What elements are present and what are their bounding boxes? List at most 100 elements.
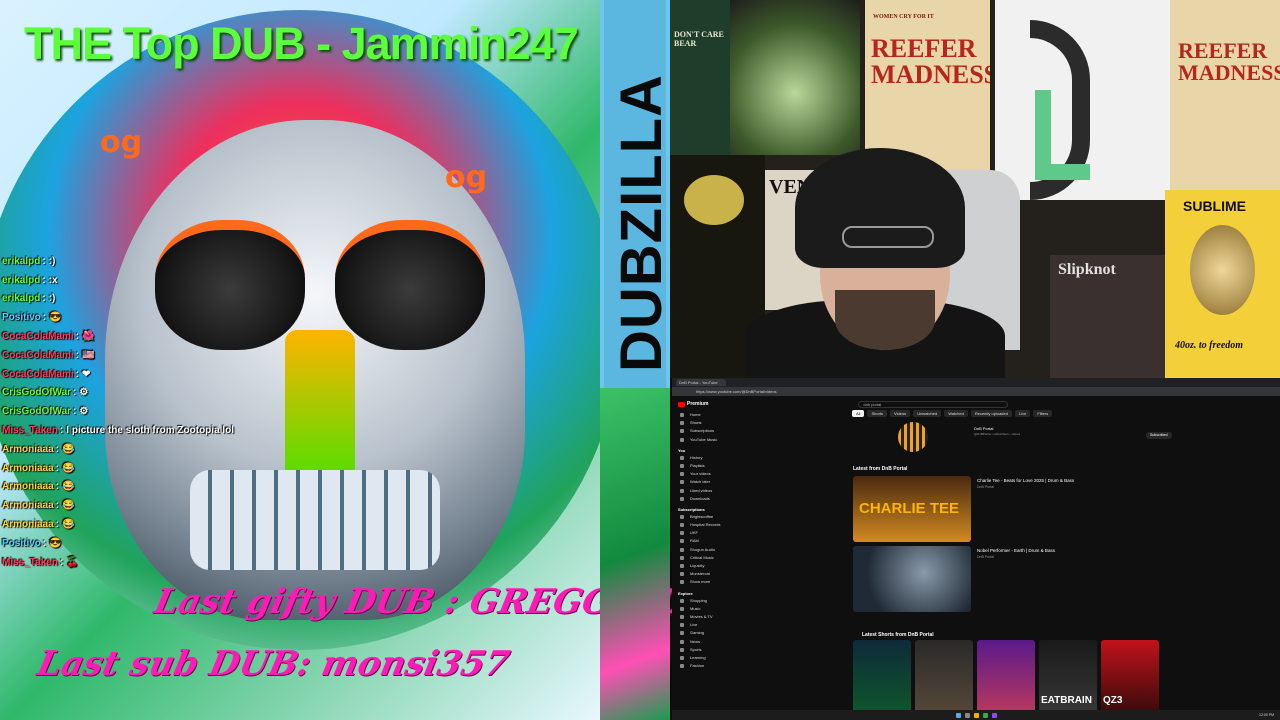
short-thumbnail[interactable] xyxy=(977,640,1035,720)
filter-chips: All Shorts Videos Unwatched Watched Recently … xyxy=(852,410,1053,417)
sidebar-item[interactable]: Music xyxy=(672,606,728,614)
sidebar-item[interactable]: RAM xyxy=(672,538,728,546)
sidebar-item[interactable]: Fashion xyxy=(672,663,728,671)
poster-text: Slipknot xyxy=(1058,261,1116,278)
sidebar-item[interactable]: YouTube Music xyxy=(672,437,728,445)
video-row[interactable]: Nobel Performer - Earth | Drum & Bass Dn… xyxy=(853,546,1153,612)
poster-slipknot: Slipknot xyxy=(1050,255,1170,378)
streamer-beanie xyxy=(795,148,965,268)
video-title[interactable]: Nobel Performer - Earth | Drum & Bass xyxy=(977,548,1055,553)
filter-chip[interactable]: Recently uploaded xyxy=(970,410,1012,417)
streamer-beard xyxy=(835,290,935,350)
sidebar-item[interactable]: Liquicity xyxy=(672,563,728,571)
search-icon[interactable] xyxy=(964,712,970,718)
chat-separator: : xyxy=(75,331,80,343)
sidebar-item[interactable]: Shogun Audio xyxy=(672,547,728,555)
dubzilla-banner: DUBZILLA xyxy=(600,0,670,388)
sidebar-item[interactable]: News xyxy=(672,639,728,647)
start-icon[interactable] xyxy=(955,712,961,718)
sidebar-item[interactable]: Live xyxy=(672,622,728,630)
sidebar-item[interactable]: Playlists xyxy=(672,463,728,471)
short-thumbnail[interactable]: QZ3 xyxy=(1101,640,1159,720)
address-bar[interactable]: https://www.youtube.com/@DnBPortal/video… xyxy=(672,387,1280,396)
sidebar-item[interactable]: Hospital Records xyxy=(672,522,728,530)
flag-logo xyxy=(995,0,1170,200)
sidebar-section-heading: Explore xyxy=(678,590,693,596)
sidebar-item[interactable]: Home xyxy=(672,412,728,420)
video-title[interactable]: Charlie Tee - Beats for Love 2025 | Drum… xyxy=(977,478,1074,483)
youtube-logo[interactable]: Premium xyxy=(678,401,708,407)
thumbnail-text: CHARLIE TEE xyxy=(859,500,960,517)
video-meta: DnB Portal xyxy=(977,485,994,489)
poster-dont-care-bear: DON'T CARE BEAR xyxy=(670,0,730,155)
last-sub-label: Last sub DUB: monsi357 xyxy=(33,644,514,684)
chat-text: 😂 xyxy=(62,481,75,493)
filter-chip[interactable]: All xyxy=(852,410,865,417)
video-meta: DnB Portal xyxy=(977,555,994,559)
sidebar-item[interactable]: Watch later xyxy=(672,479,728,487)
sidebar-item[interactable]: Shopping xyxy=(672,598,728,606)
poster-reefer-madness-2: REEFER MADNESS xyxy=(1170,0,1280,190)
folder-icon[interactable] xyxy=(973,712,979,718)
browser-icon[interactable] xyxy=(982,712,988,718)
filter-chip[interactable]: Live xyxy=(1014,410,1031,417)
sidebar-item[interactable]: Your videos xyxy=(672,471,728,479)
chat-username: Miss_Taken xyxy=(2,425,58,437)
sidebar-item[interactable]: Monstercat xyxy=(672,571,728,579)
chat-separator: : xyxy=(55,500,60,512)
sidebar-item[interactable]: Liked videos xyxy=(672,488,728,496)
chat-separator: : xyxy=(59,556,64,568)
filter-chip[interactable]: Unwatched xyxy=(913,410,942,417)
sidebar-item[interactable]: Sports xyxy=(672,647,728,655)
sidebar-item[interactable]: Critical Music xyxy=(672,555,728,563)
chat-separator: : xyxy=(75,349,80,361)
sidebar-item[interactable]: Shorts xyxy=(672,420,728,428)
tropical-art-strip xyxy=(600,388,670,720)
chat-username: Armoniaaa xyxy=(2,462,54,474)
sidebar-item[interactable]: Learning xyxy=(672,655,728,663)
sidebar-item[interactable]: History xyxy=(672,455,728,463)
chat-text: 😎 xyxy=(49,537,62,549)
sidebar-item[interactable]: Downloads xyxy=(672,496,728,504)
chat-overlay: erikalpd::) erikalpd::x erikalpd::) Positiv… xyxy=(2,252,422,572)
chat-separator: : xyxy=(42,293,46,305)
sidebar-item[interactable]: UKF xyxy=(672,530,728,538)
channel-name[interactable]: DnB Portal xyxy=(974,426,993,431)
browser-window[interactable]: DnB Portal - YouTube https://www.youtube… xyxy=(672,378,1280,720)
stream-app-icon[interactable] xyxy=(991,712,997,718)
subscribe-button[interactable]: Subscribed xyxy=(1146,432,1172,439)
sidebar-item[interactable]: Gaming xyxy=(672,630,728,638)
chat-separator: : xyxy=(42,274,46,286)
filter-chip[interactable]: Watched xyxy=(944,410,968,417)
filter-chip[interactable]: Videos xyxy=(890,410,911,417)
poster-text: REEFER MADNESS xyxy=(871,34,990,89)
chat-message: Armoniaaa: 😂 xyxy=(2,515,422,534)
filter-chip[interactable]: Filters xyxy=(1033,410,1053,417)
poster-joker xyxy=(730,0,860,155)
channel-avatar[interactable] xyxy=(898,422,928,452)
video-row[interactable]: CHARLIE TEE Charlie Tee - Beats for Love… xyxy=(853,476,1153,542)
sidebar-item[interactable]: Movies & TV xyxy=(672,614,728,622)
latest-section-title: Latest from DnB Portal xyxy=(853,466,908,472)
chat-separator: : xyxy=(59,425,64,437)
video-thumbnail[interactable] xyxy=(853,546,971,612)
chat-message: erikalpd::x xyxy=(2,271,422,290)
short-thumbnail[interactable]: EATBRAIN xyxy=(1039,640,1097,720)
chat-username: Positivo xyxy=(2,312,41,324)
short-thumbnail[interactable] xyxy=(915,640,973,720)
sidebar-item[interactable]: Brightscoffee xyxy=(672,514,728,522)
poster-text: SUBLIME xyxy=(1183,198,1246,214)
browser-tab[interactable]: DnB Portal - YouTube xyxy=(676,379,726,386)
filter-chip[interactable]: Shorts xyxy=(867,410,888,417)
og-logo-icon: og xyxy=(100,125,143,160)
chat-text: :) xyxy=(48,255,56,267)
youtube-search-input[interactable]: dnb portal xyxy=(858,400,1009,408)
sidebar-item[interactable]: Show more xyxy=(672,579,728,587)
video-thumbnail[interactable]: CHARLIE TEE xyxy=(853,476,971,542)
chat-username: CocaColaMami xyxy=(2,368,74,380)
chat-username: Armoniaaa xyxy=(2,481,54,493)
short-thumbnail[interactable] xyxy=(853,640,911,720)
sidebar-item[interactable]: Subscriptions xyxy=(672,428,728,436)
url-text[interactable]: https://www.youtube.com/@DnBPortal/video… xyxy=(696,389,777,394)
chat-message: CrisGodOfWar: ⚙ xyxy=(2,384,422,403)
